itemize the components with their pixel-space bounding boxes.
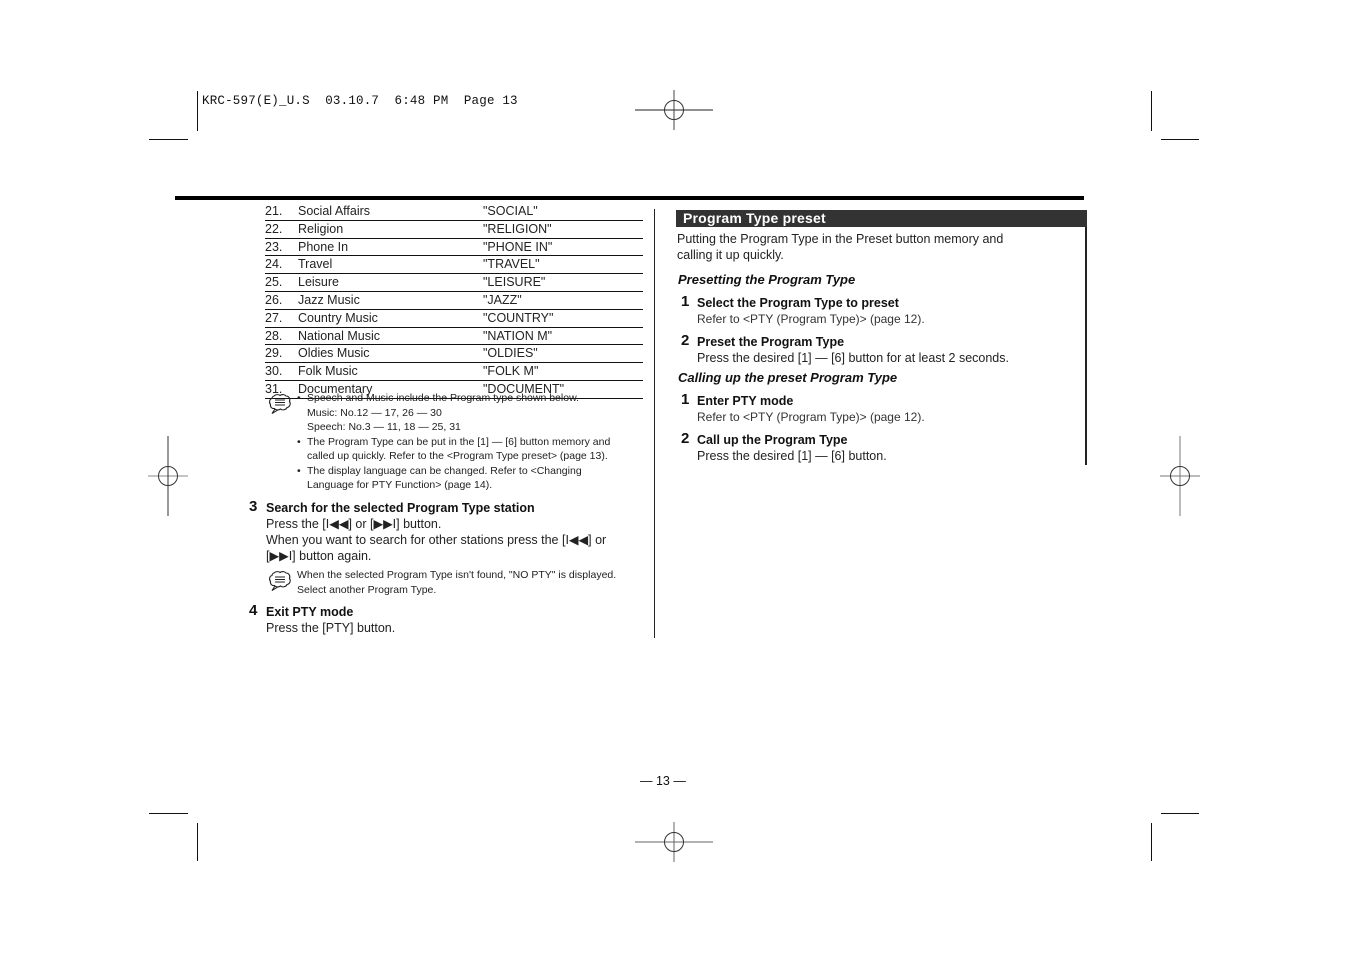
pty-name: Leisure xyxy=(298,275,339,290)
pty-name: Social Affairs xyxy=(298,204,371,218)
crop-mark-top-left-vertical xyxy=(197,91,198,131)
page-top-rule xyxy=(175,196,1084,200)
pty-display-code: "RELIGION" xyxy=(483,221,552,236)
crop-mark-bottom-left-horizontal xyxy=(149,813,188,814)
registration-mark-top-icon xyxy=(635,90,713,130)
note-bullet: The display language can be changed. Ref… xyxy=(297,464,647,493)
step-number: 3 xyxy=(249,498,258,515)
subheading-presetting: Presetting the Program Type xyxy=(678,272,856,287)
table-row: 27. Country Music "COUNTRY" xyxy=(265,310,643,328)
pty-display-code: "PHONE IN" xyxy=(483,239,553,254)
table-row: 26. Jazz Music "JAZZ" xyxy=(265,292,643,310)
pty-display-code: "FOLK M" xyxy=(483,364,539,379)
step-number: 4 xyxy=(249,602,258,619)
pty-number: 23. xyxy=(265,239,283,254)
note-speech-bubble-icon xyxy=(269,394,291,414)
step-text: Refer to <PTY (Program Type)> (page 12). xyxy=(697,410,925,424)
registration-mark-right-icon xyxy=(1160,436,1200,516)
crop-mark-bottom-right-vertical xyxy=(1151,823,1152,861)
registration-mark-bottom-icon xyxy=(635,822,713,862)
table-row: 25. Leisure "LEISURE" xyxy=(265,274,643,292)
pty-display-code: "NATION M" xyxy=(483,328,553,343)
pty-number: 28. xyxy=(265,328,283,343)
pty-number: 22. xyxy=(265,221,283,236)
pty-number: 27. xyxy=(265,310,283,325)
section-right-border xyxy=(1085,210,1087,465)
table-row: 24. Travel "TRAVEL" xyxy=(265,256,643,275)
table-row: 23. Phone In "PHONE IN" xyxy=(265,239,643,257)
section-intro: Putting the Program Type in the Preset b… xyxy=(677,232,1004,262)
section-title: Program Type preset xyxy=(683,210,826,226)
step-text: Refer to <PTY (Program Type)> (page 12). xyxy=(697,312,925,326)
note-speech-bubble-icon xyxy=(269,571,291,591)
pty-name: Folk Music xyxy=(298,364,358,379)
pty-number: 24. xyxy=(265,257,283,272)
pty-name: Oldies Music xyxy=(298,346,370,361)
crop-mark-bottom-right-horizontal xyxy=(1161,813,1199,814)
pty-number: 30. xyxy=(265,364,283,379)
step-text: Press the [I◀◀] or [▶▶I] button. When yo… xyxy=(266,517,607,563)
step-number: 2 xyxy=(681,332,690,349)
step-text: Press the desired [1] — [6] button. xyxy=(697,449,887,463)
print-slug-header: KRC-597(E)_U.S 03.10.7 6:48 PM Page 13 xyxy=(202,94,518,108)
pty-number: 21. xyxy=(265,204,283,218)
step-title: Search for the selected Program Type sta… xyxy=(266,501,535,515)
pty-display-code: "TRAVEL" xyxy=(483,257,540,272)
pty-name: Religion xyxy=(298,221,344,236)
step-title: Call up the Program Type xyxy=(697,433,848,447)
pty-display-code: "OLDIES" xyxy=(483,346,538,361)
note-no-pty: When the selected Program Type isn't fou… xyxy=(297,569,617,596)
crop-mark-bottom-left-vertical xyxy=(197,823,198,861)
pty-name: National Music xyxy=(298,328,380,343)
table-row: 28. National Music "NATION M" xyxy=(265,328,643,346)
table-row: 30. Folk Music "FOLK M" xyxy=(265,363,643,381)
table-row: 29. Oldies Music "OLDIES" xyxy=(265,345,643,364)
table-row: 22. Religion "RELIGION" xyxy=(265,221,643,239)
note-speech-music: Speech and Music include the Program typ… xyxy=(297,391,647,493)
step-number: 2 xyxy=(681,430,690,447)
pty-number: 29. xyxy=(265,346,283,361)
subheading-calling: Calling up the preset Program Type xyxy=(678,370,898,385)
step-title: Select the Program Type to preset xyxy=(697,296,899,310)
column-divider xyxy=(654,209,655,638)
crop-mark-top-left-horizontal xyxy=(149,139,188,140)
note-bullet: The Program Type can be put in the [1] —… xyxy=(297,435,647,464)
pty-display-code: "LEISURE" xyxy=(483,275,546,290)
pty-name: Phone In xyxy=(298,239,349,254)
pty-table: 21. Social Affairs "SOCIAL" 22. Religion "RE… xyxy=(265,203,643,399)
pty-name: Travel xyxy=(298,257,333,272)
pty-display-code: "JAZZ" xyxy=(483,292,522,307)
note-bullet: Speech and Music include the Program typ… xyxy=(297,391,647,435)
step-number: 1 xyxy=(681,293,690,310)
page-number: — 13 — xyxy=(640,774,686,788)
pty-number: 26. xyxy=(265,292,283,307)
pty-number: 25. xyxy=(265,275,283,290)
step-text: Press the desired [1] — [6] button for a… xyxy=(697,351,1009,365)
pty-display-code: "SOCIAL" xyxy=(483,204,538,218)
step-title: Enter PTY mode xyxy=(697,394,794,408)
pty-name: Jazz Music xyxy=(298,292,360,307)
step-title: Preset the Program Type xyxy=(697,335,845,349)
pty-name: Country Music xyxy=(298,310,378,325)
step-title: Exit PTY mode xyxy=(266,605,354,619)
table-row: 21. Social Affairs "SOCIAL" xyxy=(265,203,643,221)
crop-mark-top-right-vertical xyxy=(1151,91,1152,131)
crop-mark-top-right-horizontal xyxy=(1161,139,1199,140)
step-text: Press the [PTY] button. xyxy=(266,621,396,635)
pty-display-code: "COUNTRY" xyxy=(483,310,554,325)
step-number: 1 xyxy=(681,391,690,408)
registration-mark-left-icon xyxy=(148,436,188,516)
